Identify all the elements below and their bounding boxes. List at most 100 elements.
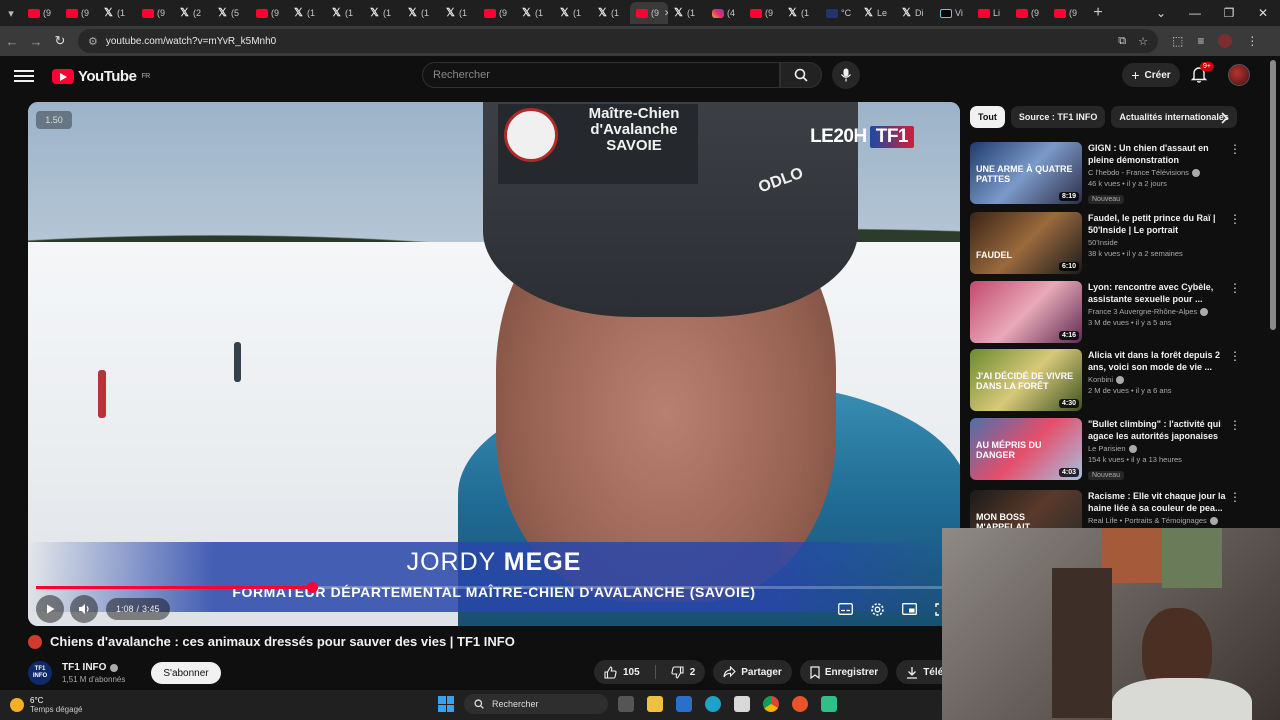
browser-tab[interactable]: 𝕏 (1 xyxy=(592,2,630,24)
browser-tab[interactable]: (4 xyxy=(706,2,744,24)
play-button[interactable] xyxy=(36,595,64,623)
forward-button[interactable]: → xyxy=(24,34,48,49)
browser-tab[interactable]: 𝕏 Di xyxy=(896,2,934,24)
close-window-button[interactable]: ✕ xyxy=(1246,6,1280,20)
extensions-icon[interactable]: ⬚ xyxy=(1172,34,1183,48)
site-info-icon[interactable]: ⚙ xyxy=(88,35,98,48)
notifications-button[interactable]: 9+ xyxy=(1190,62,1214,87)
more-options-icon[interactable]: ⋮ xyxy=(1228,212,1242,276)
recommended-video[interactable]: Au mépris du danger 4:03 "Bullet climbing"… xyxy=(970,418,1242,482)
browser-tab[interactable]: 𝕏 (1 xyxy=(440,2,478,24)
browser-tab[interactable]: (9 ✕ xyxy=(630,2,668,24)
browser-tab[interactable]: (9 xyxy=(744,2,782,24)
video-thumbnail[interactable]: 4:16 xyxy=(970,281,1082,343)
browser-tab[interactable]: Li xyxy=(972,2,1010,24)
tab-title: Li xyxy=(993,8,1001,18)
browser-tab[interactable]: (9 xyxy=(136,2,174,24)
save-button[interactable]: Enregistrer xyxy=(799,660,889,684)
create-button[interactable]: + Créer xyxy=(1122,63,1180,87)
like-button[interactable]: 105 xyxy=(594,660,650,684)
browser-tab[interactable]: 𝕏 (1 xyxy=(98,2,136,24)
recommended-video[interactable]: 4:16 Lyon: rencontre avec Cybèle, assista… xyxy=(970,281,1242,345)
progress-bar[interactable] xyxy=(36,582,950,593)
more-options-icon[interactable]: ⋮ xyxy=(1228,281,1242,345)
miniplayer-button[interactable] xyxy=(900,600,918,618)
browser-tab[interactable]: 𝕏 (1 xyxy=(326,2,364,24)
edge-icon[interactable] xyxy=(705,696,721,712)
settings-button[interactable] xyxy=(868,600,886,618)
browser-tab[interactable]: 𝕏 (1 xyxy=(288,2,326,24)
search-button[interactable] xyxy=(780,62,822,88)
channel-name-link[interactable]: TF1 INFO xyxy=(62,662,125,673)
game-app-icon[interactable] xyxy=(821,696,837,712)
browser-tab[interactable]: (9 xyxy=(1048,2,1086,24)
dislike-button[interactable]: 2 xyxy=(661,660,706,684)
video-thumbnail[interactable]: FAUDEL 6:10 xyxy=(970,212,1082,274)
chevron-down-icon[interactable]: ⌄ xyxy=(1144,6,1178,20)
chips-next-button[interactable] xyxy=(1214,108,1234,128)
browser-tab[interactable]: (9 xyxy=(478,2,516,24)
install-app-icon[interactable]: ⧉ xyxy=(1118,35,1126,48)
address-bar[interactable]: ⚙ youtube.com/watch?v=mYvR_k5Mnh0 ⧉ ☆ xyxy=(78,29,1158,53)
store-icon[interactable] xyxy=(676,696,692,712)
browser-tab[interactable]: 𝕏 (2 xyxy=(174,2,212,24)
recommended-video[interactable]: UNE ARME À QUATRE PATTES 8:19 GIGN : Un ch… xyxy=(970,142,1242,206)
taskbar-search[interactable]: Rechercher xyxy=(464,694,608,714)
start-button[interactable] xyxy=(438,696,454,712)
browser-tab[interactable]: 𝕏 (1 xyxy=(516,2,554,24)
video-thumbnail[interactable]: UNE ARME À QUATRE PATTES 8:19 xyxy=(970,142,1082,204)
bookmark-star-icon[interactable]: ☆ xyxy=(1138,35,1148,48)
account-avatar[interactable] xyxy=(1228,64,1250,86)
page-scrollbar[interactable] xyxy=(1270,60,1276,330)
tab-search-button[interactable]: ▾ xyxy=(0,2,22,24)
media-control-icon[interactable]: ≡ xyxy=(1197,34,1204,48)
subscribe-button[interactable]: S'abonner xyxy=(151,662,221,684)
profile-avatar[interactable] xyxy=(1218,34,1233,48)
video-thumbnail[interactable]: J'AI DÉCIDÉ DE VIVRE DANS LA FORÊT 4:30 xyxy=(970,349,1082,411)
hamburger-menu-icon[interactable] xyxy=(14,70,34,82)
browser-menu-icon[interactable]: ⋮ xyxy=(1246,34,1258,48)
scrubber-handle[interactable] xyxy=(307,582,319,593)
file-explorer-icon[interactable] xyxy=(647,696,663,712)
youtube-logo[interactable]: YouTube FR xyxy=(52,68,150,85)
browser-tab[interactable]: 𝕏 (1 xyxy=(554,2,592,24)
tab-title: (2 xyxy=(193,8,202,18)
recommended-video[interactable]: FAUDEL 6:10 Faudel, le petit prince du Raï… xyxy=(970,212,1242,276)
search-input[interactable]: Rechercher xyxy=(422,62,780,88)
more-options-icon[interactable]: ⋮ xyxy=(1228,349,1242,413)
weather-widget[interactable]: 6°C Temps dégagé xyxy=(10,696,82,714)
back-button[interactable]: ← xyxy=(0,34,24,49)
task-view-icon[interactable] xyxy=(618,696,634,712)
browser-tab[interactable]: 𝕏 (1 xyxy=(668,2,706,24)
minimize-button[interactable]: — xyxy=(1178,6,1212,20)
browser-tab[interactable]: (9 xyxy=(60,2,98,24)
share-button[interactable]: Partager xyxy=(713,660,792,684)
video-player[interactable]: Maître-Chien d'Avalanche SAVOIE ODLO LE2… xyxy=(28,102,960,626)
browser-tab[interactable]: (9 xyxy=(1010,2,1048,24)
firefox-icon[interactable] xyxy=(792,696,808,712)
voice-search-button[interactable] xyxy=(832,61,860,89)
browser-tab[interactable]: 𝕏 (1 xyxy=(364,2,402,24)
more-options-icon[interactable]: ⋮ xyxy=(1228,418,1242,482)
browser-tab[interactable]: 𝕏 (1 xyxy=(402,2,440,24)
recommended-video[interactable]: J'AI DÉCIDÉ DE VIVRE DANS LA FORÊT 4:30 Al… xyxy=(970,349,1242,413)
browser-tab[interactable]: 𝕏 (1 xyxy=(782,2,820,24)
browser-tab[interactable]: 𝕏 (5 xyxy=(212,2,250,24)
maximize-button[interactable]: ❐ xyxy=(1212,6,1246,20)
new-tab-button[interactable]: + xyxy=(1086,4,1110,22)
ms-store-icon[interactable] xyxy=(734,696,750,712)
channel-avatar[interactable]: TF1 INFO xyxy=(28,661,52,685)
browser-tab[interactable]: Vi xyxy=(934,2,972,24)
browser-tab[interactable]: (9 xyxy=(250,2,288,24)
browser-tab[interactable]: °C xyxy=(820,2,858,24)
more-options-icon[interactable]: ⋮ xyxy=(1228,142,1242,206)
video-thumbnail[interactable]: Au mépris du danger 4:03 xyxy=(970,418,1082,480)
browser-tab[interactable]: 𝕏 Le xyxy=(858,2,896,24)
chrome-icon[interactable] xyxy=(763,696,779,712)
reload-button[interactable]: ↻ xyxy=(48,33,72,49)
browser-tab[interactable]: (9 xyxy=(22,2,60,24)
subtitles-button[interactable] xyxy=(836,600,854,618)
filter-chip[interactable]: Tout xyxy=(970,106,1005,128)
filter-chip[interactable]: Source : TF1 INFO xyxy=(1010,106,1106,128)
mute-button[interactable] xyxy=(70,595,98,623)
